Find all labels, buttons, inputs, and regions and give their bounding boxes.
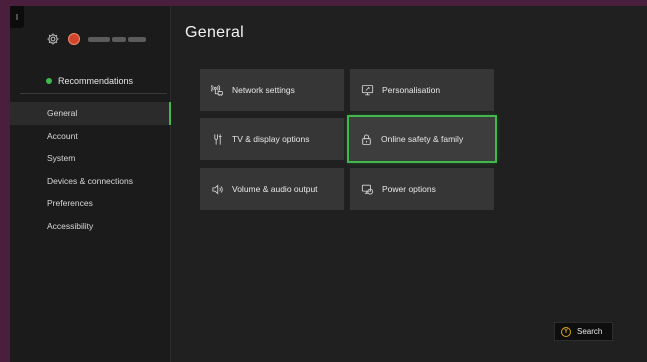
recommendations-label: Recommendations	[58, 76, 134, 86]
tile-label: Personalisation	[382, 85, 441, 95]
sidebar-item-label: System	[47, 153, 76, 164]
tile-network-settings[interactable]: Network settings	[200, 69, 344, 111]
tile-volume-audio-output[interactable]: Volume & audio output	[200, 168, 344, 210]
gamertag-blurred	[88, 36, 146, 42]
corner-tab: I	[10, 6, 24, 28]
tile-label: Network settings	[232, 85, 295, 95]
display-options-icon	[214, 133, 222, 145]
sidebar-item-accessibility[interactable]: Accessibility	[10, 215, 170, 238]
sidebar-item-label: General	[47, 108, 78, 119]
avatar	[68, 33, 80, 45]
sidebar-item-account[interactable]: Account	[10, 125, 170, 148]
y-button-icon: Y	[561, 326, 571, 337]
personalisation-icon	[361, 84, 374, 95]
sidebar-item-label: Account	[47, 130, 78, 141]
tile-label: Volume & audio output	[232, 184, 318, 194]
tile-tv-display-options[interactable]: TV & display options	[200, 118, 344, 160]
profile-row[interactable]	[46, 32, 146, 46]
gear-icon	[47, 33, 59, 45]
status-dot-icon	[46, 78, 52, 84]
sidebar-item-preferences[interactable]: Preferences	[10, 192, 170, 215]
network-icon	[211, 84, 223, 96]
divider	[20, 93, 167, 94]
page-title: General	[185, 24, 245, 41]
sidebar-item-general[interactable]: General	[10, 102, 171, 125]
tile-power-options[interactable]: Power options	[350, 168, 494, 210]
corner-label: I	[15, 12, 19, 22]
sidebar-item-label: Accessibility	[47, 220, 94, 231]
sidebar-item-label: Devices & connections	[47, 175, 133, 186]
tile-online-safety-family[interactable]: Online safety & family	[347, 115, 497, 163]
tile-label: TV & display options	[232, 134, 310, 144]
speaker-icon	[212, 183, 223, 195]
settings-sidebar: Recommendations General Account System D…	[10, 6, 171, 362]
sidebar-nav: General Account System Devices & connect…	[10, 102, 171, 238]
sidebar-item-label: Preferences	[47, 198, 93, 209]
search-button[interactable]: Y Search	[554, 322, 613, 341]
sidebar-item-system[interactable]: System	[10, 147, 170, 170]
tile-personalisation[interactable]: Personalisation	[350, 69, 494, 111]
recommendations-item[interactable]: Recommendations	[46, 76, 133, 86]
tile-label: Power options	[382, 184, 436, 194]
y-button-glyph: Y	[563, 328, 568, 335]
search-label: Search	[577, 327, 603, 336]
power-icon	[361, 184, 374, 195]
lock-icon	[362, 133, 371, 145]
sidebar-item-devices-connections[interactable]: Devices & connections	[10, 170, 170, 193]
tile-label: Online safety & family	[381, 134, 464, 144]
